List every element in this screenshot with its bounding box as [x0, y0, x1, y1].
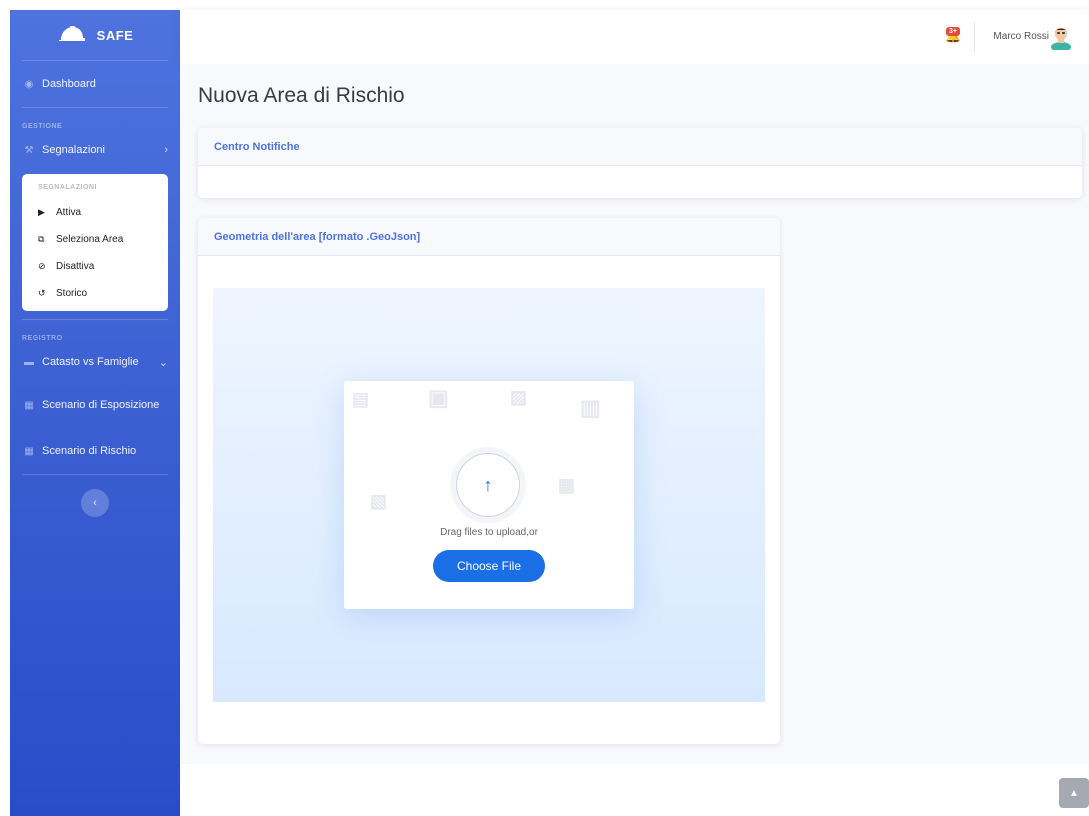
main-content: Nuova Area di Rischio Centro Notifiche G…	[180, 64, 1089, 764]
chevron-right-icon: ›	[164, 144, 168, 156]
map-icon: ▦	[24, 399, 34, 411]
sidebar-item-dashboard[interactable]: ◉ Dashboard	[10, 61, 180, 107]
card-header: Geometria dell'area [formato .GeoJson]	[198, 218, 780, 256]
music-file-icon: ▧	[370, 491, 388, 511]
drag-instructions: Drag files to upload,or	[440, 527, 538, 538]
notification-badge: 3+	[946, 27, 960, 36]
page-title: Nuova Area di Rischio	[198, 84, 405, 107]
upload-box: ▤ ▣ ▨ ▥ ▧ ▦ ↑ Drag files to upload,or Ch…	[344, 381, 634, 609]
arrow-up-icon: ↑	[483, 474, 493, 495]
submenu-item-attiva[interactable]: ▶ Attiva	[22, 199, 168, 226]
submenu-item-storico[interactable]: ↺ Storico	[22, 280, 168, 307]
chevron-left-icon: ‹	[93, 497, 97, 509]
sidebar-item-label: Segnalazioni	[42, 144, 105, 156]
user-name[interactable]: Marco Rossi	[993, 31, 1049, 42]
wrench-icon: ⚒	[24, 144, 34, 156]
topbar: 🔔 3+ Marco Rossi	[180, 10, 1089, 64]
chevron-up-icon: ▲	[1069, 787, 1079, 799]
play-icon: ▶	[38, 207, 45, 217]
chevron-down-icon: ⌄	[158, 356, 168, 369]
sidebar-item-label: Dashboard	[42, 78, 96, 90]
folder-icon: ▬	[24, 356, 34, 368]
submenu-item-label: Storico	[56, 288, 88, 299]
section-heading-registro: REGISTRO	[22, 335, 63, 342]
upload-button[interactable]: ↑	[456, 453, 520, 517]
brand-name: SAFE	[96, 27, 134, 43]
sidebar-item-scenario-esposizione[interactable]: ▦ Scenario di Esposizione	[10, 382, 180, 428]
file-psd-icon: ▣	[428, 385, 449, 410]
doc-file-icon: ▦	[558, 475, 576, 495]
sidebar-item-catasto[interactable]: ▬ Catasto vs Famiglie ⌄	[10, 342, 180, 382]
sidebar-item-label: Scenario di Rischio	[42, 445, 137, 457]
submenu-segnalazioni: SEGNALAZIONI ▶ Attiva ⧉ Seleziona Area ⊘…	[22, 174, 168, 311]
submenu-heading: SEGNALAZIONI	[38, 184, 97, 191]
file-ai-icon: ▤	[352, 389, 370, 409]
submenu-item-seleziona-area[interactable]: ⧉ Seleziona Area	[22, 226, 168, 253]
file-jpg-icon: ▥	[580, 395, 601, 420]
submenu-item-label: Attiva	[56, 207, 82, 218]
section-heading-gestione: GESTIONE	[22, 123, 63, 130]
topbar-divider	[974, 22, 975, 52]
sidebar-item-label: Scenario di Esposizione	[42, 399, 160, 411]
scroll-to-top-button[interactable]: ▲	[1059, 778, 1089, 808]
submenu-item-disattiva[interactable]: ⊘ Disattiva	[22, 253, 168, 280]
divider	[22, 474, 168, 475]
sidebar-item-label: Catasto vs Famiglie	[42, 356, 139, 368]
geometry-card: Geometria dell'area [formato .GeoJson] ▤…	[198, 218, 780, 744]
sidebar: SAFE ◉ Dashboard GESTIONE ⚒ Segnalazioni…	[10, 10, 180, 816]
map-icon: ▦	[24, 445, 34, 457]
file-drop-zone[interactable]: ▤ ▣ ▨ ▥ ▧ ▦ ↑ Drag files to upload,or Ch…	[213, 288, 765, 702]
sidebar-item-scenario-rischio[interactable]: ▦ Scenario di Rischio	[10, 428, 180, 474]
card-header: Centro Notifiche	[198, 128, 1082, 166]
select-area-icon: ⧉	[38, 234, 45, 244]
dashboard-icon: ◉	[24, 78, 34, 90]
avatar[interactable]	[1049, 24, 1073, 50]
image-file-icon: ▨	[510, 387, 528, 407]
history-icon: ↺	[38, 288, 46, 298]
submenu-item-label: Seleziona Area	[56, 234, 124, 245]
notifications-card: Centro Notifiche	[198, 128, 1082, 198]
brand[interactable]: SAFE	[10, 10, 180, 60]
submenu-item-label: Disattiva	[56, 261, 95, 272]
sidebar-toggle-button[interactable]: ‹	[81, 489, 109, 517]
bell-slash-icon: ⊘	[38, 261, 46, 271]
hard-hat-icon	[58, 26, 85, 41]
sidebar-item-segnalazioni[interactable]: ⚒ Segnalazioni ›	[10, 130, 180, 170]
choose-file-button[interactable]: Choose File	[433, 550, 545, 582]
